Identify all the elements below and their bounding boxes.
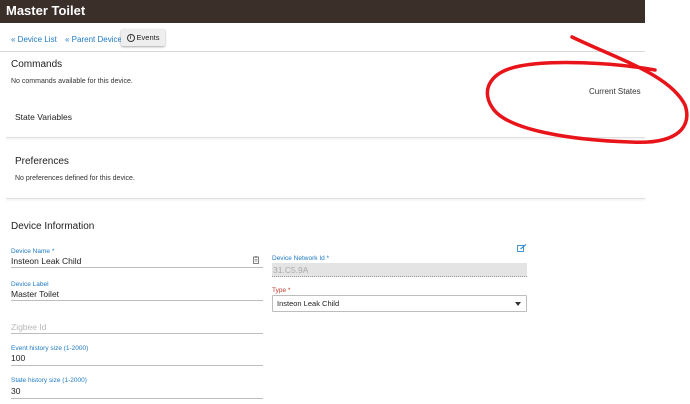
event-history-underline [11, 365, 263, 366]
state-variables-title: State Variables [15, 112, 73, 122]
device-label-underline [11, 300, 263, 301]
state-history-input[interactable]: 30 [11, 386, 20, 396]
device-label-label: Device Label [11, 281, 49, 288]
clipboard-icon[interactable] [253, 256, 259, 264]
network-id-label: Device Network Id * [272, 255, 330, 262]
events-button[interactable]: i Events [121, 29, 165, 46]
device-name-underline [11, 267, 263, 268]
network-id-input: 31.C5.9A [272, 263, 527, 277]
type-select-value: Insteon Leak Child [277, 299, 340, 308]
top-bar: Master Toilet [0, 0, 645, 23]
type-select[interactable]: Insteon Leak Child [272, 295, 527, 312]
device-information-title: Device Information [11, 221, 95, 232]
preferences-divider [6, 198, 645, 199]
device-label-input[interactable]: Master Toilet [11, 289, 59, 299]
chevron-down-icon [515, 302, 521, 306]
parent-device-link[interactable]: « Parent Device [65, 35, 122, 44]
state-history-label: State history size (1-2000) [11, 377, 87, 384]
zigbee-id-input[interactable]: Zigbee Id [11, 322, 46, 332]
state-history-underline [11, 398, 263, 399]
events-button-label: Events [136, 33, 160, 42]
preferences-empty-text: No preferences defined for this device. [15, 175, 135, 182]
device-name-label: Device Name * [11, 248, 55, 255]
commands-title: Commands [11, 59, 63, 70]
type-label: Type * [272, 287, 291, 294]
preferences-title: Preferences [15, 156, 69, 167]
annotation-circle [485, 35, 689, 144]
zigbee-id-underline [11, 333, 263, 334]
device-name-input[interactable]: Insteon Leak Child [11, 256, 81, 266]
network-id-value: 31.C5.9A [273, 265, 309, 275]
commands-empty-text: No commands available for this device. [11, 78, 133, 85]
page-title: Master Toilet [6, 3, 86, 18]
edit-icon[interactable] [517, 244, 527, 252]
event-history-input[interactable]: 100 [11, 353, 25, 363]
event-history-label: Event history size (1-2000) [11, 345, 89, 352]
device-list-link[interactable]: « Device List [11, 35, 57, 44]
info-icon: i [126, 33, 135, 42]
